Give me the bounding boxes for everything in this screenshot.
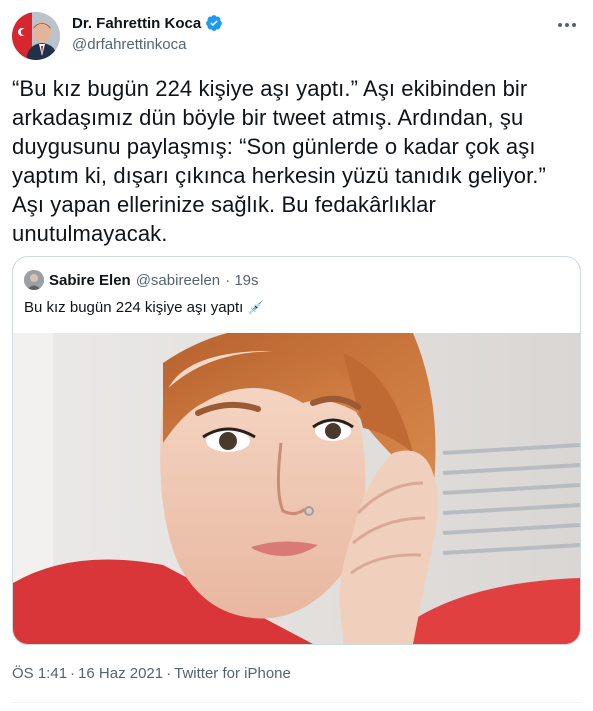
photo-illustration	[13, 333, 580, 644]
syringe-icon: 💉	[247, 300, 264, 315]
tweet-source[interactable]: Twitter for iPhone	[174, 665, 291, 682]
author-handle[interactable]: @drfahrettinkoca	[72, 36, 186, 53]
quoted-tweet-photo[interactable]	[13, 333, 580, 644]
quoted-tweet-text: Bu kız bugün 224 kişiye aşı yaptı	[24, 299, 244, 316]
author-photo	[12, 12, 60, 60]
tweet-header: Dr. Fahrettin Koca @drfahrettinkoca	[0, 0, 593, 66]
author-avatar[interactable]	[12, 12, 60, 60]
more-options-icon[interactable]	[555, 16, 579, 34]
tweet-time[interactable]: ÖS 1:41	[12, 665, 67, 682]
tweet-date[interactable]: 16 Haz 2021	[78, 665, 163, 682]
quoted-author-handle[interactable]: @sabireelen	[136, 272, 220, 289]
tweet-text: “Bu kız bugün 224 kişiye aşı yaptı.” Aşı…	[12, 76, 546, 246]
quoted-author-name[interactable]: Sabire Elen	[49, 272, 131, 289]
author-name[interactable]: Dr. Fahrettin Koca	[72, 15, 201, 32]
quoted-author-avatar[interactable]	[24, 270, 44, 290]
quoted-tweet-time[interactable]: · 19s	[225, 272, 258, 289]
quoted-tweet-text-row: Bu kız bugün 224 kişiye aşı yaptı 💉	[24, 299, 264, 316]
divider	[12, 702, 581, 703]
quoted-tweet[interactable]: Sabire Elen @sabireelen · 19s Bu kız bug…	[12, 256, 581, 645]
verified-badge-icon	[205, 14, 223, 32]
tweet-footer: ÖS 1:41 · 16 Haz 2021 · Twitter for iPhone	[12, 665, 291, 682]
